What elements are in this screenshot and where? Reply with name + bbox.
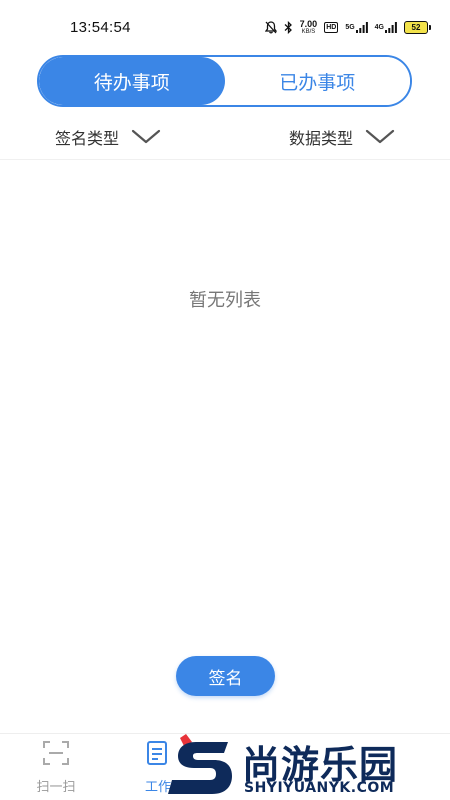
network-speed: 7.00 KB/S [299, 18, 318, 36]
signal-4g-label: 4G [374, 24, 384, 31]
tab-done-label: 已办事项 [279, 71, 356, 94]
scan-icon [42, 740, 70, 770]
signal-5g-icon: 5G [345, 22, 368, 33]
network-speed-value: 7.00 [299, 18, 318, 29]
signal-4g-icon: 4G [375, 22, 397, 33]
status-icons: 7.00 KB/S HD 5G 4G 52 [264, 18, 431, 36]
mute-bell-icon [264, 21, 277, 34]
battery-icon: 52 [404, 21, 431, 34]
tab-todo-label: 待办事项 [93, 71, 170, 94]
data-type-label: 数据类型 [288, 129, 353, 148]
empty-list-message: 暂无列表 [189, 290, 261, 311]
bottom-nav: 扫一扫 工作 [0, 733, 450, 800]
hd-badge: HD [324, 22, 339, 33]
todo-done-tabs: 待办事项 已办事项 [37, 55, 412, 107]
app-screen: 13:54:54 7.00 KB/S HD 5G 4G 52 待办事项 已办事项… [0, 0, 450, 800]
network-speed-unit: KB/S [301, 28, 316, 35]
sign-type-filter[interactable]: 签名类型 [55, 125, 161, 149]
filter-bar: 签名类型 数据类型 [0, 115, 450, 160]
signal-5g-label: 5G [345, 24, 355, 31]
data-type-filter[interactable]: 数据类型 [289, 125, 395, 149]
status-bar: 13:54:54 7.00 KB/S HD 5G 4G 52 [0, 0, 450, 55]
tab-todo[interactable]: 待办事项 [39, 57, 225, 105]
tab-done[interactable]: 已办事项 [224, 57, 410, 105]
nav-work-label: 工作 [144, 780, 171, 795]
sign-button[interactable]: 签名 [176, 656, 275, 696]
nav-item-work[interactable]: 工作 [128, 734, 188, 800]
work-icon [146, 740, 170, 770]
chevron-down-icon [131, 129, 161, 145]
chevron-down-icon [365, 129, 395, 145]
nav-scan-label: 扫一扫 [36, 780, 76, 795]
sign-type-label: 签名类型 [55, 129, 120, 148]
bluetooth-icon [284, 21, 293, 34]
status-time: 13:54:54 [70, 19, 131, 36]
sign-button-label: 签名 [208, 668, 243, 689]
nav-item-scan[interactable]: 扫一扫 [20, 734, 92, 800]
